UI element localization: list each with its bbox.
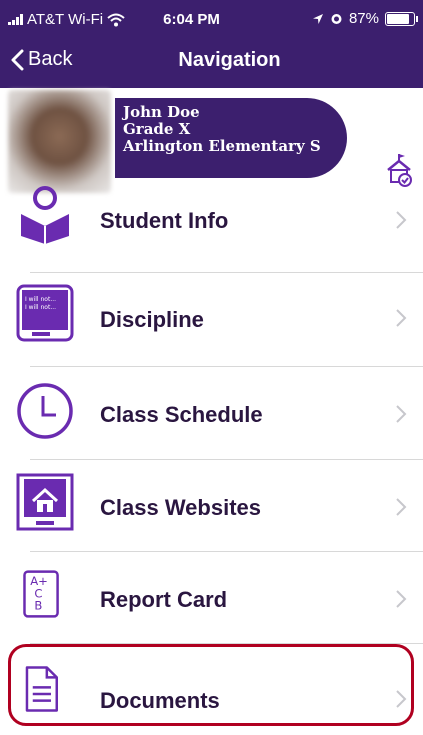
battery-icon <box>385 11 418 26</box>
page-title: Navigation <box>178 49 281 71</box>
alarm-icon <box>331 14 342 24</box>
menu-label: Student Info <box>100 208 229 233</box>
svg-text:B: B <box>34 599 42 613</box>
chalkboard-icon: I will not... I will not... <box>16 284 74 342</box>
battery-percent: 87% <box>348 10 379 27</box>
avatar <box>8 90 111 193</box>
menu-item-class-websites[interactable]: Class Websites <box>0 459 423 551</box>
nav-bar: Back Navigation <box>0 38 423 86</box>
chevron-right-icon <box>396 405 407 423</box>
student-school: Arlington Elementary S <box>123 137 321 155</box>
student-reading-icon <box>21 186 69 244</box>
menu-item-report-card[interactable]: A+ C B Report Card <box>0 551 423 643</box>
report-card-grades-icon: A+ C B <box>23 570 59 618</box>
menu-label: Discipline <box>100 307 204 332</box>
menu-item-discipline[interactable]: I will not... I will not... Discipline <box>0 274 423 366</box>
student-grade: Grade X <box>123 120 191 138</box>
divider <box>30 272 423 273</box>
website-home-icon <box>16 473 74 531</box>
chevron-right-icon <box>396 498 407 516</box>
school-switch-icon[interactable] <box>384 152 414 188</box>
status-right: 87% <box>312 10 418 27</box>
menu-label: Report Card <box>100 587 228 612</box>
menu-item-class-schedule[interactable]: Class Schedule <box>0 366 423 458</box>
menu-label: Class Websites <box>100 495 262 520</box>
chevron-right-icon <box>396 309 407 327</box>
clock-icon <box>17 383 73 439</box>
location-icon <box>312 13 323 24</box>
chevron-right-icon <box>396 590 407 608</box>
svg-text:I will not...: I will not... <box>25 304 56 311</box>
student-info-box: John Doe Grade X Arlington Elementary S <box>115 98 347 178</box>
documents-highlight-outline <box>8 644 414 726</box>
svg-text:I will not...: I will not... <box>25 296 56 303</box>
status-bar: AT&T Wi-Fi 6:04 PM 87% <box>0 0 423 36</box>
top-bar: AT&T Wi-Fi 6:04 PM 87% Back Navigation <box>0 0 423 88</box>
student-name: John Doe <box>123 103 200 121</box>
student-profile: John Doe Grade X Arlington Elementary S <box>0 88 423 194</box>
menu-item-student-info[interactable]: Student Info <box>0 186 423 278</box>
menu-label: Class Schedule <box>100 402 263 427</box>
chevron-right-icon <box>396 211 407 229</box>
